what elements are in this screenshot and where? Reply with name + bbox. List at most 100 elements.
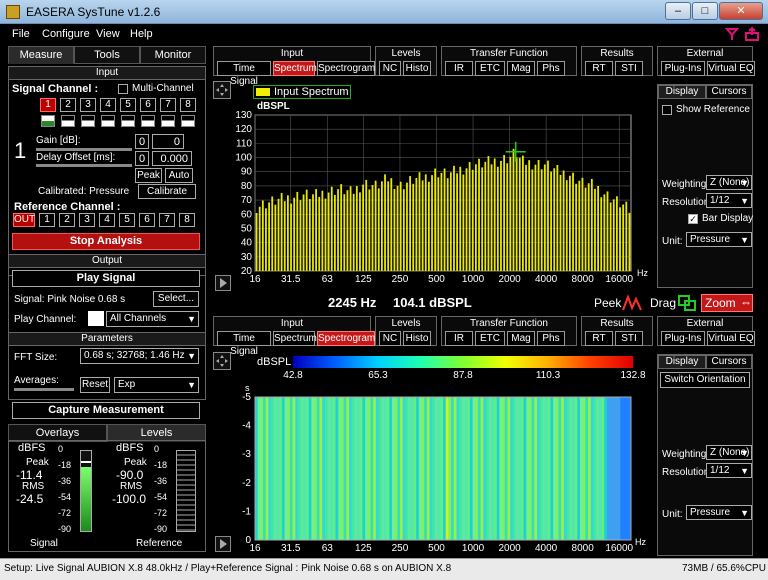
toolbar-mag-button[interactable]: Mag — [507, 61, 535, 76]
play-arrow-icon[interactable] — [215, 275, 231, 291]
toolbar-virtual-eq-button[interactable]: Virtual EQ — [707, 331, 755, 346]
signal-channel-1[interactable]: 1 — [40, 98, 56, 112]
toolbar-time-signal-button[interactable]: Time Signal — [217, 331, 271, 357]
resolution-select[interactable]: 1/12 ▼ — [706, 193, 752, 208]
play-signal-button[interactable]: Play Signal — [12, 270, 200, 287]
multichannel-checkbox[interactable] — [118, 84, 128, 94]
fft-size-select[interactable]: 0.68 s; 32768; 1.46 Hz ▼ — [80, 348, 199, 364]
menu-view[interactable]: View — [96, 28, 120, 40]
zoom-button[interactable]: Zoom ⇔ — [701, 294, 753, 312]
toolbar-histo-button[interactable]: Histo — [403, 331, 431, 346]
unit-select[interactable]: Pressure ▼ — [686, 232, 752, 247]
tab-measure[interactable]: Measure — [8, 46, 74, 64]
toolbar-sti-button[interactable]: STI — [615, 331, 643, 346]
gain-slider[interactable] — [36, 148, 132, 151]
toolbar-rt-button[interactable]: RT — [585, 61, 613, 76]
reference-channel-7[interactable]: 7 — [159, 213, 175, 227]
delay-slider[interactable] — [36, 164, 132, 167]
signal-channel-5[interactable]: 5 — [120, 98, 136, 112]
tab-tools[interactable]: Tools — [74, 46, 140, 64]
toolbar-spectrogram-button[interactable]: Spectrogram — [317, 61, 375, 76]
toolbar-ir-button[interactable]: IR — [445, 331, 473, 346]
toolbar-nc-button[interactable]: NC — [379, 61, 401, 76]
reference-channel-4[interactable]: 4 — [99, 213, 115, 227]
toolbar-plug-ins-button[interactable]: Plug-Ins — [661, 331, 705, 346]
toolbar-mag-button[interactable]: Mag — [507, 331, 535, 346]
menu-file[interactable]: File — [12, 28, 30, 40]
toolbar-histo-button[interactable]: Histo — [403, 61, 431, 76]
reference-channel-8[interactable]: 8 — [179, 213, 195, 227]
reference-channel-out[interactable]: OUT — [13, 213, 35, 227]
tab-cursors[interactable]: Cursors — [706, 355, 752, 369]
menu-configure[interactable]: Configure — [42, 28, 90, 40]
spectrogram-column — [461, 397, 465, 540]
unit-select[interactable]: Pressure ▼ — [686, 505, 752, 520]
toolbar-phs-button[interactable]: Phs — [537, 61, 565, 76]
switch-orientation-button[interactable]: Switch Orientation — [660, 372, 750, 388]
peak-button[interactable]: Peak — [135, 168, 162, 183]
spectrogram-column — [359, 397, 363, 540]
toolbar-plug-ins-button[interactable]: Plug-Ins — [661, 61, 705, 76]
auto-button[interactable]: Auto — [165, 168, 193, 183]
toolbar-group-levels: Levels NC Histo — [375, 46, 437, 76]
toolbar-phs-button[interactable]: Phs — [537, 331, 565, 346]
toolbar-time-signal-button[interactable]: Time Signal — [217, 61, 271, 87]
signal-channel-6[interactable]: 6 — [140, 98, 156, 112]
maximize-button[interactable]: □ — [692, 2, 718, 20]
gain-spin[interactable]: 0 — [152, 134, 184, 149]
drag-icon[interactable] — [677, 294, 697, 312]
toolbar-sti-button[interactable]: STI — [615, 61, 643, 76]
spectrum-chart[interactable]: 16 31.5 63 125 250 500 1000 2000 4000 8000 16000Hz… — [213, 79, 653, 293]
peek-icon[interactable] — [622, 294, 642, 312]
play-arrow-icon[interactable] — [215, 536, 231, 552]
menu-help[interactable]: Help — [130, 28, 153, 40]
signal-channel-7[interactable]: 7 — [160, 98, 176, 112]
signal-channel-2[interactable]: 2 — [60, 98, 76, 112]
tab-display[interactable]: Display — [658, 355, 706, 369]
delay-field[interactable]: 0 — [135, 151, 149, 166]
signal-channel-8[interactable]: 8 — [180, 98, 196, 112]
settings-icon[interactable] — [724, 26, 740, 42]
averages-select[interactable]: Exp ▼ — [114, 377, 199, 393]
reference-channel-5[interactable]: 5 — [119, 213, 135, 227]
select-signal-button[interactable]: Select... — [153, 291, 199, 307]
close-button[interactable]: ✕ — [719, 2, 763, 20]
toolbar-etc-button[interactable]: ETC — [475, 61, 505, 76]
export-icon[interactable] — [744, 26, 762, 42]
toolbar-nc-button[interactable]: NC — [379, 331, 401, 346]
toolbar-etc-button[interactable]: ETC — [475, 331, 505, 346]
resolution-select[interactable]: 1/12 ▼ — [706, 463, 752, 478]
weighting-select[interactable]: Z (None) ▼ — [706, 175, 752, 190]
averages-slider[interactable] — [14, 388, 74, 391]
toolbar-ir-button[interactable]: IR — [445, 61, 473, 76]
delay-spin[interactable]: 0.000 — [152, 151, 192, 166]
toolbar-rt-button[interactable]: RT — [585, 331, 613, 346]
show-reference-checkbox[interactable] — [662, 105, 672, 115]
reference-channel-1[interactable]: 1 — [39, 213, 55, 227]
minimize-button[interactable]: – — [665, 2, 691, 20]
stop-analysis-button[interactable]: Stop Analysis — [12, 233, 200, 250]
spectrogram-column — [617, 397, 621, 540]
toolbar-spectrogram-button[interactable]: Spectrogram — [317, 331, 375, 346]
tab-cursors[interactable]: Cursors — [706, 85, 752, 99]
spectrogram-chart[interactable]: 42.8 65.3 87.8 110.3 132.8s-5-4-3-2-1016 31.5… — [213, 350, 653, 556]
bar-display-checkbox[interactable]: ✓ — [688, 214, 698, 224]
tab-monitor[interactable]: Monitor — [140, 46, 206, 64]
tab-display[interactable]: Display — [658, 85, 706, 99]
toolbar-spectrum-button[interactable]: Spectrum — [273, 61, 317, 76]
reference-channel-3[interactable]: 3 — [79, 213, 95, 227]
calibrate-button[interactable]: Calibrate — [138, 184, 196, 199]
signal-channel-4[interactable]: 4 — [100, 98, 116, 112]
toolbar-spectrum-button[interactable]: Spectrum — [273, 331, 317, 346]
toolbar-virtual-eq-button[interactable]: Virtual EQ — [707, 61, 755, 76]
reference-channel-2[interactable]: 2 — [59, 213, 75, 227]
reference-channel-6[interactable]: 6 — [139, 213, 155, 227]
signal-channel-3[interactable]: 3 — [80, 98, 96, 112]
weighting-select[interactable]: Z (None) ▼ — [706, 445, 752, 460]
gain-field[interactable]: 0 — [135, 134, 149, 149]
capture-measurement-button[interactable]: Capture Measurement — [12, 402, 200, 419]
spectrogram-column — [413, 397, 417, 540]
play-channel-select[interactable]: All Channels ▼ — [106, 311, 199, 327]
reference-channel-label: Reference Channel : — [14, 201, 121, 213]
reset-button[interactable]: Reset — [80, 377, 110, 393]
